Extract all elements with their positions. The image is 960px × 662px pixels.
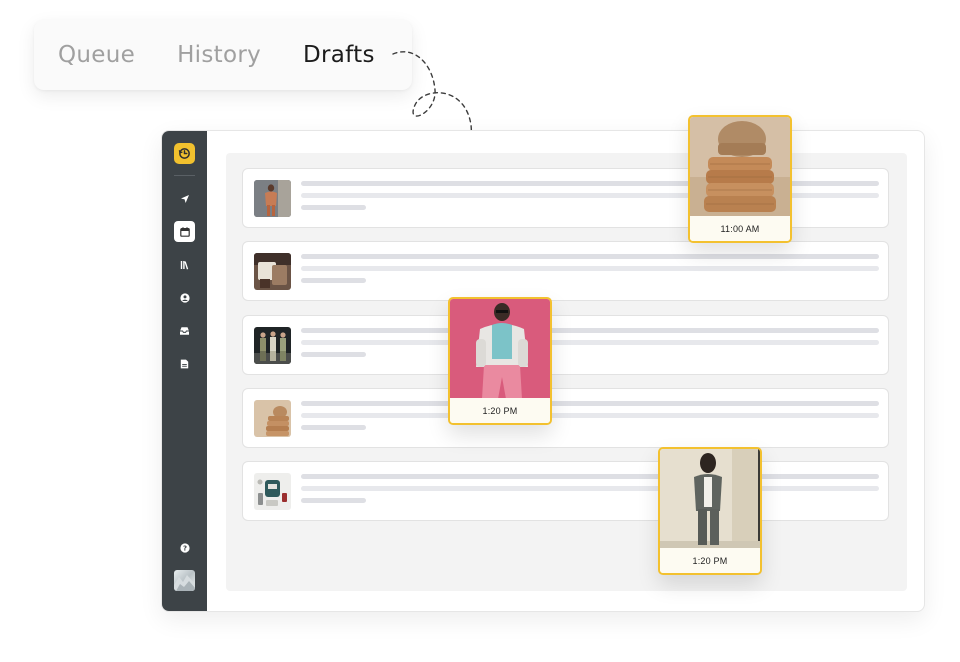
post-thumbnail	[254, 253, 291, 290]
calendar-icon[interactable]	[174, 221, 195, 242]
avatar[interactable]	[174, 570, 195, 591]
placeholder-line	[301, 498, 366, 503]
placeholder-line	[301, 340, 879, 345]
scheduled-post-card[interactable]: 11:00 AM	[688, 115, 792, 243]
placeholder-line	[301, 474, 879, 479]
post-image	[690, 117, 790, 217]
user-circle-icon[interactable]	[174, 287, 195, 308]
post-thumbnail	[254, 327, 291, 364]
scheduled-time: 1:20 PM	[660, 548, 760, 573]
placeholder-line	[301, 328, 879, 333]
post-thumbnail	[254, 473, 291, 510]
scheduled-time: 1:20 PM	[450, 398, 550, 423]
placeholder-line	[301, 193, 879, 198]
list-item[interactable]	[242, 461, 889, 521]
placeholder-line	[301, 181, 879, 186]
library-icon[interactable]	[174, 254, 195, 275]
post-thumbnail	[254, 180, 291, 217]
placeholder-line	[301, 401, 879, 406]
tab-queue[interactable]: Queue	[58, 42, 135, 68]
help-icon[interactable]: ?	[174, 537, 195, 558]
placeholder-line	[301, 352, 366, 357]
document-icon[interactable]	[174, 353, 195, 374]
tab-history[interactable]: History	[177, 42, 261, 68]
placeholder-line	[301, 425, 366, 430]
list-item[interactable]	[242, 388, 889, 448]
placeholder-line	[301, 254, 879, 259]
placeholder-line	[301, 486, 879, 491]
sidebar: ?	[162, 131, 207, 611]
scheduled-time: 11:00 AM	[690, 216, 790, 241]
placeholder-line	[301, 205, 366, 210]
list-item[interactable]	[242, 241, 889, 301]
post-thumbnail	[254, 400, 291, 437]
logo-icon[interactable]	[174, 143, 195, 164]
post-image	[450, 299, 550, 399]
scheduled-post-card[interactable]: 1:20 PM	[448, 297, 552, 425]
placeholder-line	[301, 266, 879, 271]
send-icon[interactable]	[174, 188, 195, 209]
placeholder-line	[301, 278, 366, 283]
inbox-icon[interactable]	[174, 320, 195, 341]
scheduled-post-card[interactable]: 1:20 PM	[658, 447, 762, 575]
tabs-bar: Queue History Drafts	[34, 20, 412, 90]
tab-drafts[interactable]: Drafts	[303, 42, 375, 68]
placeholder-line	[301, 413, 879, 418]
svg-text:?: ?	[182, 544, 186, 552]
post-image	[660, 449, 760, 549]
sidebar-divider	[174, 175, 195, 176]
drafts-panel	[226, 153, 907, 591]
list-item[interactable]	[242, 315, 889, 375]
